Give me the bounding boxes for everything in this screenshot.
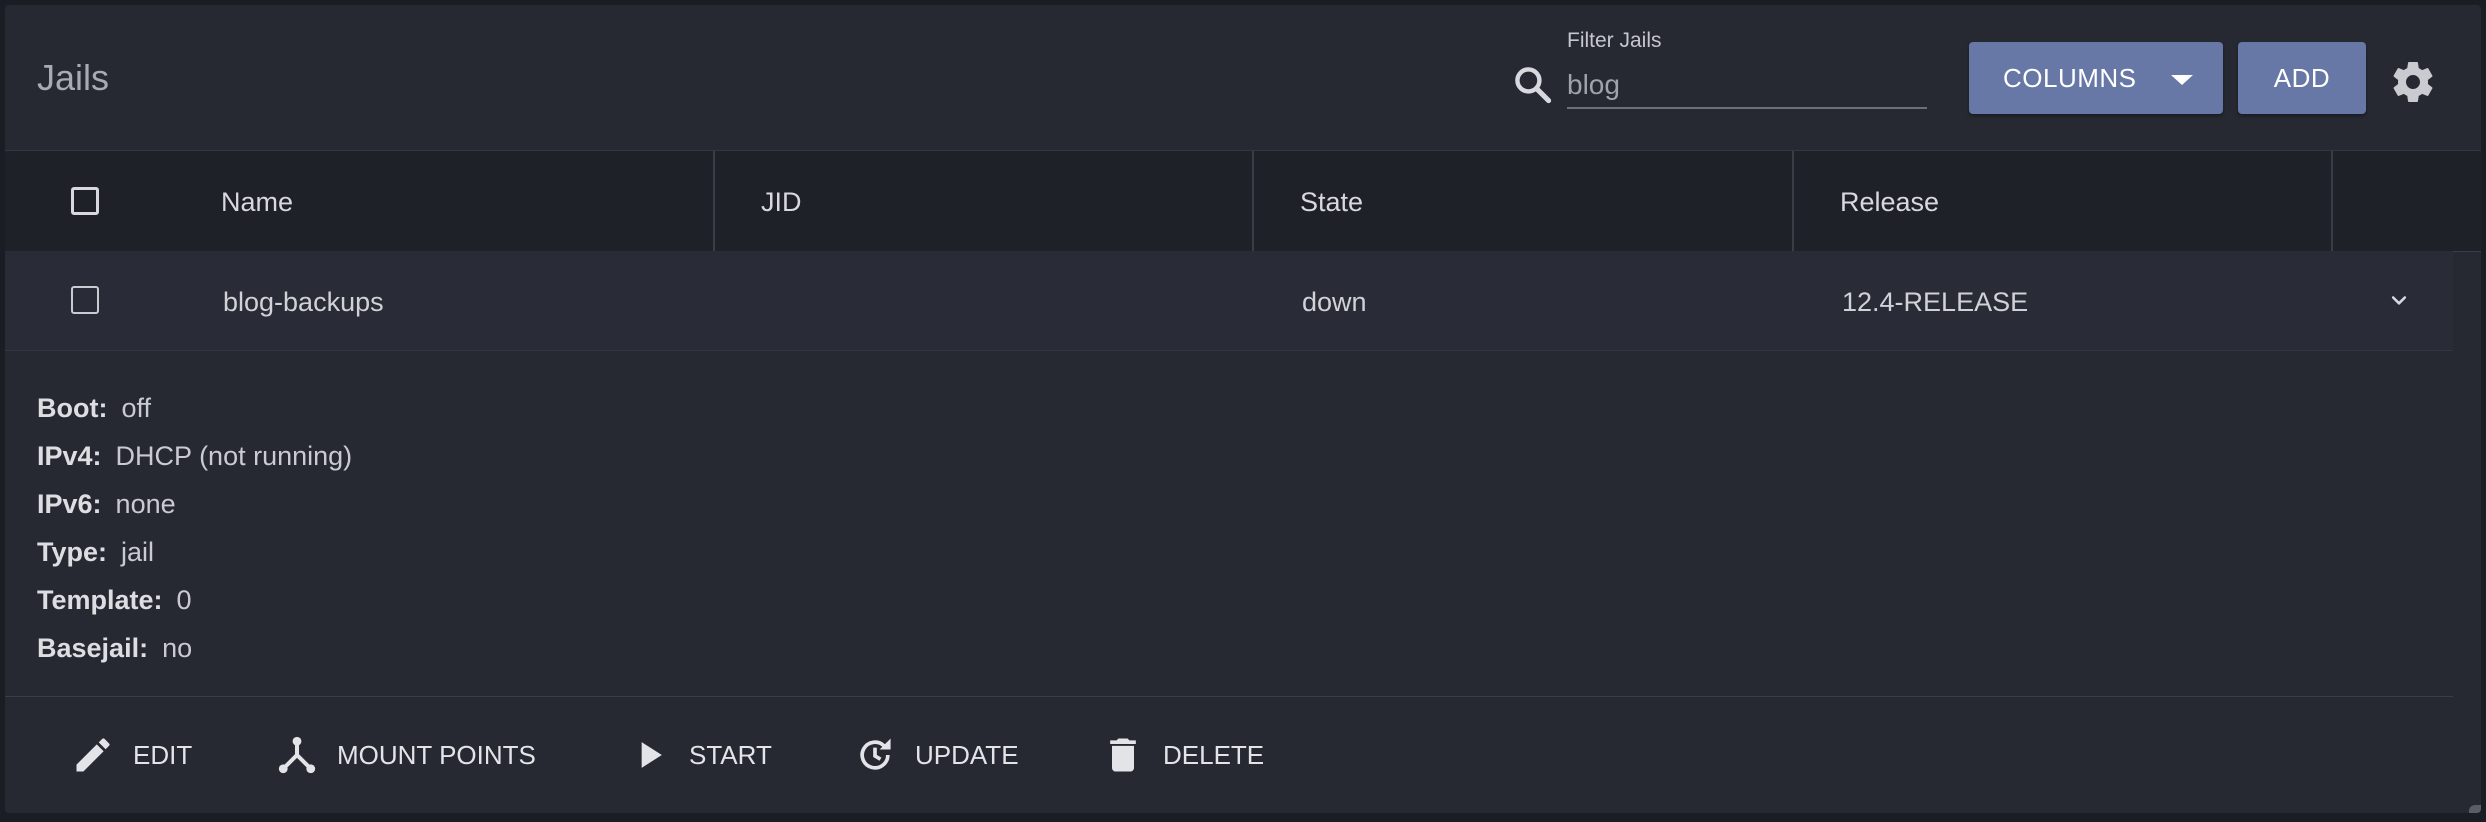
column-header-state[interactable]: State bbox=[1300, 187, 1363, 218]
detail-key: Boot: bbox=[37, 393, 108, 423]
detail-template: Template: 0 bbox=[37, 585, 192, 616]
detail-ipv6: IPv6: none bbox=[37, 489, 176, 520]
trash-icon bbox=[1110, 738, 1136, 772]
delete-label: DELETE bbox=[1163, 739, 1265, 770]
detail-key: Type: bbox=[37, 537, 108, 567]
filter-input[interactable] bbox=[1567, 63, 1927, 109]
column-header-release[interactable]: Release bbox=[1840, 187, 1939, 218]
row-details: Boot: off IPv4: DHCP (not running) IPv6: no… bbox=[5, 351, 2453, 697]
detail-ipv4: IPv4: DHCP (not running) bbox=[37, 441, 352, 472]
detail-value: no bbox=[162, 633, 193, 663]
detail-key: IPv4: bbox=[37, 441, 102, 471]
detail-value: 0 bbox=[176, 585, 192, 615]
column-divider[interactable] bbox=[2331, 151, 2333, 251]
columns-button[interactable]: COLUMNS bbox=[1969, 42, 2223, 114]
jails-card: Jails Filter Jails COLUMNS ADD Name JID … bbox=[5, 5, 2481, 813]
detail-key: Template: bbox=[37, 585, 163, 615]
column-divider[interactable] bbox=[713, 151, 715, 251]
add-button[interactable]: ADD bbox=[2238, 42, 2366, 114]
cell-state: down bbox=[1302, 287, 1367, 317]
play-icon bbox=[641, 742, 662, 768]
cell-name: blog-backups bbox=[223, 287, 384, 317]
columns-button-label: COLUMNS bbox=[2003, 62, 2137, 93]
page-title: Jails bbox=[37, 57, 110, 98]
column-header-jid[interactable]: JID bbox=[761, 187, 802, 218]
mount-points-button[interactable]: MOUNT POINTS bbox=[275, 727, 536, 783]
detail-value: jail bbox=[121, 537, 155, 567]
detail-basejail: Basejail: no bbox=[37, 633, 192, 664]
start-button[interactable]: START bbox=[627, 727, 772, 783]
update-button[interactable]: UPDATE bbox=[853, 727, 1019, 783]
edit-label: EDIT bbox=[133, 739, 193, 770]
select-all-checkbox[interactable] bbox=[71, 187, 99, 215]
detail-value: none bbox=[115, 489, 176, 519]
mount-points-icon bbox=[278, 736, 316, 774]
scrollbar-thumb[interactable] bbox=[2469, 805, 2481, 813]
dropdown-caret-icon bbox=[2171, 75, 2193, 85]
action-bar: EDIT MOUNT POINTS START UPDATE DELETE bbox=[5, 697, 2453, 813]
row-checkbox[interactable] bbox=[71, 286, 99, 314]
mount-points-label: MOUNT POINTS bbox=[337, 739, 536, 770]
start-label: START bbox=[689, 739, 772, 770]
detail-value: off bbox=[121, 393, 151, 423]
search-icon bbox=[1515, 67, 1552, 104]
delete-button[interactable]: DELETE bbox=[1101, 727, 1264, 783]
column-divider[interactable] bbox=[1792, 151, 1794, 251]
chevron-down-icon[interactable] bbox=[2385, 287, 2413, 315]
cell-release: 12.4-RELEASE bbox=[1842, 287, 2029, 317]
column-divider[interactable] bbox=[1252, 151, 1254, 251]
table-row[interactable]: blog-backups down 12.4-RELEASE bbox=[5, 251, 2453, 351]
detail-key: IPv6: bbox=[37, 489, 102, 519]
gear-icon[interactable] bbox=[2389, 58, 2437, 106]
column-header-name[interactable]: Name bbox=[221, 187, 293, 218]
update-icon bbox=[860, 738, 891, 770]
filter-label: Filter Jails bbox=[1567, 29, 1662, 52]
detail-type: Type: jail bbox=[37, 537, 154, 568]
edit-button[interactable]: EDIT bbox=[71, 727, 192, 783]
detail-boot: Boot: off bbox=[37, 393, 151, 424]
detail-key: Basejail: bbox=[37, 633, 149, 663]
add-button-label: ADD bbox=[2273, 62, 2331, 93]
update-label: UPDATE bbox=[915, 739, 1019, 770]
detail-value: DHCP (not running) bbox=[115, 441, 353, 471]
table-header: Name JID State Release bbox=[5, 150, 2481, 252]
pencil-icon bbox=[76, 738, 110, 772]
